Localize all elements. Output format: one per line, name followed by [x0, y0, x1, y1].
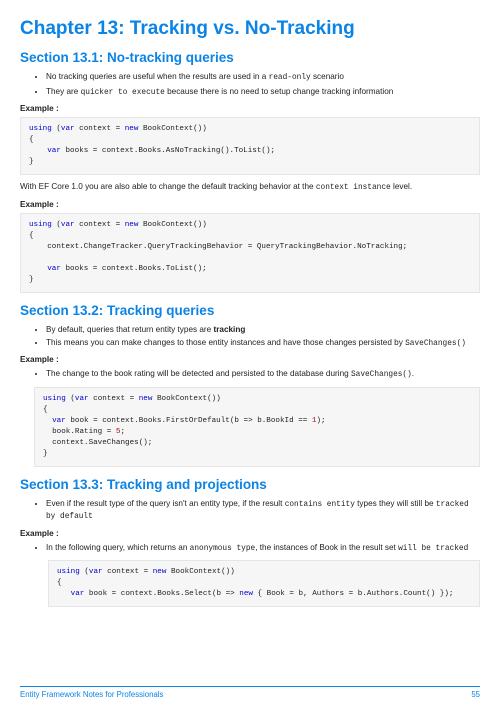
bullet-list: In the following query, which returns an…: [20, 542, 480, 555]
paragraph: With EF Core 1.0 you are also able to ch…: [20, 181, 480, 194]
list-item: Even if the result type of the query isn…: [46, 498, 480, 523]
bullet-list: No tracking queries are useful when the …: [20, 71, 480, 98]
page-footer: Entity Framework Notes for Professionals…: [20, 686, 480, 699]
list-item: No tracking queries are useful when the …: [46, 71, 480, 84]
section-heading-13-1: Section 13.1: No-tracking queries: [20, 50, 480, 65]
code-block: using (var context = new BookContext()) …: [48, 560, 480, 607]
code-block: using (var context = new BookContext()) …: [34, 387, 480, 467]
example-label: Example :: [20, 355, 480, 364]
section-heading-13-2: Section 13.2: Tracking queries: [20, 303, 480, 318]
code-block: using (var context = new BookContext()) …: [20, 117, 480, 175]
example-label: Example :: [20, 200, 480, 209]
example-label: Example :: [20, 104, 480, 113]
code-block: using (var context = new BookContext()) …: [20, 213, 480, 293]
list-item: The change to the book rating will be de…: [46, 368, 480, 381]
section-heading-13-3: Section 13.3: Tracking and projections: [20, 477, 480, 492]
bullet-list: By default, queries that return entity t…: [20, 324, 480, 350]
list-item: In the following query, which returns an…: [46, 542, 480, 555]
page-number: 55: [471, 690, 480, 699]
bullet-list: The change to the book rating will be de…: [20, 368, 480, 381]
list-item: They are quicker to execute because ther…: [46, 86, 480, 99]
chapter-title: Chapter 13: Tracking vs. No-Tracking: [20, 18, 480, 40]
footer-title: Entity Framework Notes for Professionals: [20, 690, 163, 699]
list-item: By default, queries that return entity t…: [46, 324, 480, 335]
bullet-list: Even if the result type of the query isn…: [20, 498, 480, 523]
example-label: Example :: [20, 529, 480, 538]
list-item: This means you can make changes to those…: [46, 337, 480, 350]
